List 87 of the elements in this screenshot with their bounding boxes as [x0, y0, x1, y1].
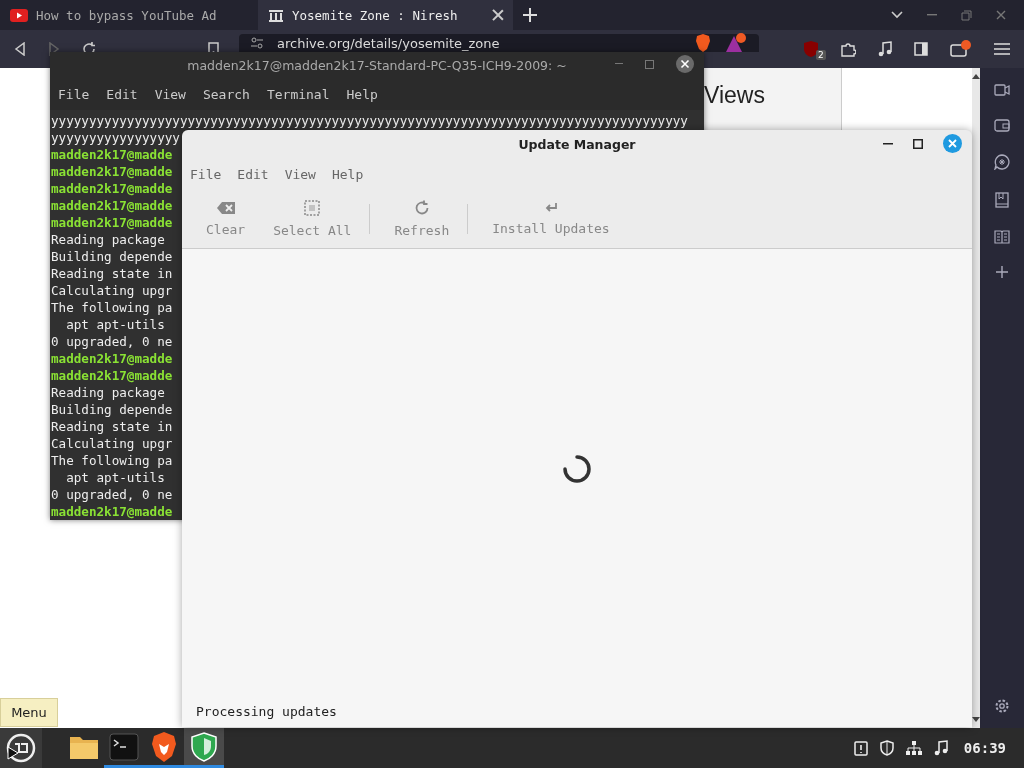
page-heading: Views: [704, 82, 765, 108]
lion-shield-icon: [151, 731, 177, 762]
terminal-line: madden2k17@madde: [51, 367, 173, 384]
clock[interactable]: 06:39: [963, 740, 1006, 756]
terminal-line: 0 upgraded, 0 ne: [51, 486, 173, 503]
menu-item[interactable]: Help: [331, 166, 364, 182]
terminal-line: Building depende: [51, 248, 173, 265]
terminal-icon: [109, 732, 139, 761]
clipboard-icon[interactable]: [853, 740, 868, 756]
terminal-line: madden2k17@madde: [51, 146, 173, 163]
terminal-line: Reading state in: [51, 418, 173, 435]
terminal-line: madden2k17@madde: [51, 180, 173, 197]
terminal-line: Reading package: [51, 384, 165, 401]
minimize-icon[interactable]: [883, 142, 893, 145]
scroll-down-icon[interactable]: [972, 717, 980, 722]
wallet-icon[interactable]: [950, 40, 972, 58]
music-note-icon[interactable]: [878, 41, 892, 57]
terminal-line: yyyyyyyyyyyyyyyyy: [51, 129, 180, 146]
return-arrow-icon: [543, 202, 558, 214]
wallet-icon[interactable]: [994, 118, 1010, 132]
taskbar-app[interactable]: [184, 728, 224, 768]
new-tab-icon[interactable]: [523, 8, 537, 22]
chevron-down-icon[interactable]: [891, 11, 903, 19]
terminal-line: madden2k17@madde: [51, 503, 173, 520]
blocked-count: 2: [816, 50, 826, 60]
dotted-square-icon: [304, 200, 321, 216]
scrollbar[interactable]: [972, 68, 980, 728]
sidebar-icon[interactable]: [914, 42, 928, 56]
book-icon[interactable]: [994, 230, 1010, 244]
menu-item[interactable]: Edit: [106, 86, 138, 102]
terminal-line: madden2k17@madde: [51, 163, 173, 180]
chat-icon[interactable]: [994, 154, 1010, 170]
restore-icon[interactable]: [961, 9, 972, 21]
terminal-line: madden2k17@madde: [51, 350, 173, 367]
columns-building-icon: [268, 7, 284, 23]
site-settings-icon: [251, 37, 263, 49]
terminal-line: apt apt-utils: [65, 469, 165, 486]
menu-item[interactable]: Search: [202, 86, 250, 102]
shield-icon: [191, 731, 217, 762]
terminal-line: The following pa: [51, 299, 173, 316]
loading-spinner: [563, 455, 591, 483]
add-icon[interactable]: [996, 266, 1008, 278]
address-text: archive.org/details/yosemite_zone: [277, 35, 501, 51]
browser-tab[interactable]: How to bypass YouTube Ad: [0, 0, 240, 30]
menu-item[interactable]: Edit: [237, 166, 269, 182]
menu-item[interactable]: View: [154, 86, 186, 102]
menu-item[interactable]: File: [190, 166, 222, 182]
terminal-line: Calculating upgr: [51, 435, 173, 452]
puzzle-icon[interactable]: [840, 41, 856, 57]
close-icon[interactable]: [676, 55, 694, 73]
browser-tab[interactable]: Yosemite Zone : Niresh: [258, 0, 513, 30]
video-icon: [10, 8, 28, 22]
refresh-icon: [413, 200, 430, 216]
back-icon[interactable]: [14, 42, 26, 56]
terminal-line: yyyyyyyyyyyyyyyyyyyyyyyyyyyyyyyyyyyyyyyyyyyyyyyyyyyyyyyyyyyyyyyyyyyyyyyyyyyyyyyyyyyy: [51, 112, 688, 129]
menu-item[interactable]: Terminal: [266, 86, 330, 102]
video-camera-icon[interactable]: [994, 84, 1010, 96]
close-icon[interactable]: [493, 10, 503, 20]
maximize-icon[interactable]: [913, 138, 923, 149]
terminal-line: apt apt-utils: [65, 316, 165, 333]
triangle-icon[interactable]: [725, 33, 747, 53]
window-title: Update Manager: [518, 136, 636, 152]
terminal-line: Reading package: [51, 231, 165, 248]
menu-item[interactable]: View: [284, 166, 316, 182]
bookmark-icon[interactable]: [995, 192, 1009, 208]
scroll-up-icon[interactable]: [972, 74, 980, 79]
start-menu-button[interactable]: [0, 728, 42, 768]
lion-shield-icon[interactable]: [695, 34, 711, 52]
window-title: madden2k17@madden2k17-Standard-PC-Q35-ICH9-2009: ~: [187, 57, 567, 73]
address-bar[interactable]: archive.org/details/yosemite_zone: [239, 34, 759, 52]
status-text: Processing updates: [196, 704, 337, 719]
tooltip: Menu: [0, 698, 58, 727]
terminal-line: Calculating upgr: [51, 282, 173, 299]
menu-item[interactable]: Help: [346, 86, 378, 102]
menu-icon[interactable]: [994, 42, 1010, 56]
network-icon[interactable]: [905, 740, 922, 756]
terminal-line: Reading state in: [51, 265, 173, 282]
terminal-line: The following pa: [51, 452, 173, 469]
terminal-line: Building depende: [51, 401, 173, 418]
music-note-icon[interactable]: [933, 740, 948, 756]
terminal-line: madden2k17@madde: [51, 197, 173, 214]
terminal-line: 0 upgraded, 0 ne: [51, 333, 173, 350]
backspace-icon: [215, 201, 236, 215]
shield-icon[interactable]: [879, 740, 894, 756]
settings-icon[interactable]: [994, 698, 1010, 714]
menu-item[interactable]: File: [58, 86, 90, 102]
terminal-line: madden2k17@madde: [51, 214, 173, 231]
